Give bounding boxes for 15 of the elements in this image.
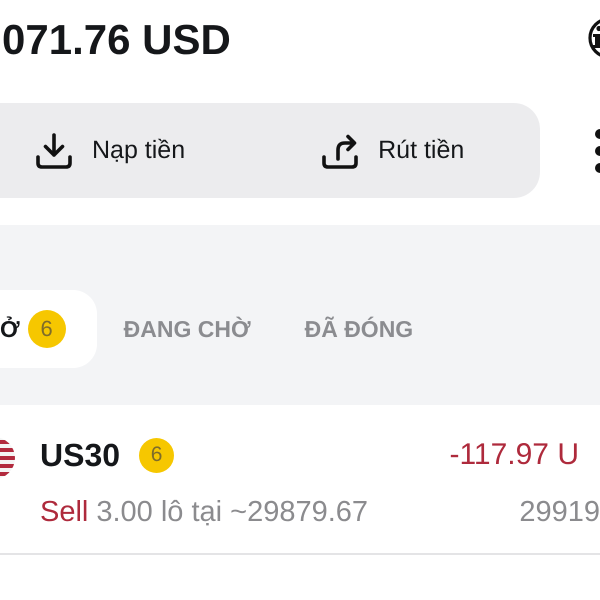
deposit-button[interactable]: Nạp tiền (35, 132, 186, 170)
position-tab[interactable]: Ở 6 (0, 290, 97, 368)
count-badge: 6 (139, 438, 174, 472)
download-icon (35, 132, 73, 170)
symbol-name: US30 (40, 437, 120, 473)
info-icon[interactable] (588, 17, 600, 59)
trade-details: 3.00 lô tại ~29879.67 (96, 495, 368, 529)
count-badge: 6 (28, 310, 66, 348)
more-options-icon[interactable] (594, 128, 600, 172)
account-balance: 071.76 USD (2, 18, 231, 62)
current-price: 29919 (519, 495, 600, 529)
withdraw-button[interactable]: Rút tiền (321, 132, 464, 170)
share-icon (321, 132, 360, 170)
trade-side: Sell (40, 495, 88, 529)
profit-amount: -117.97 U (449, 437, 580, 473)
